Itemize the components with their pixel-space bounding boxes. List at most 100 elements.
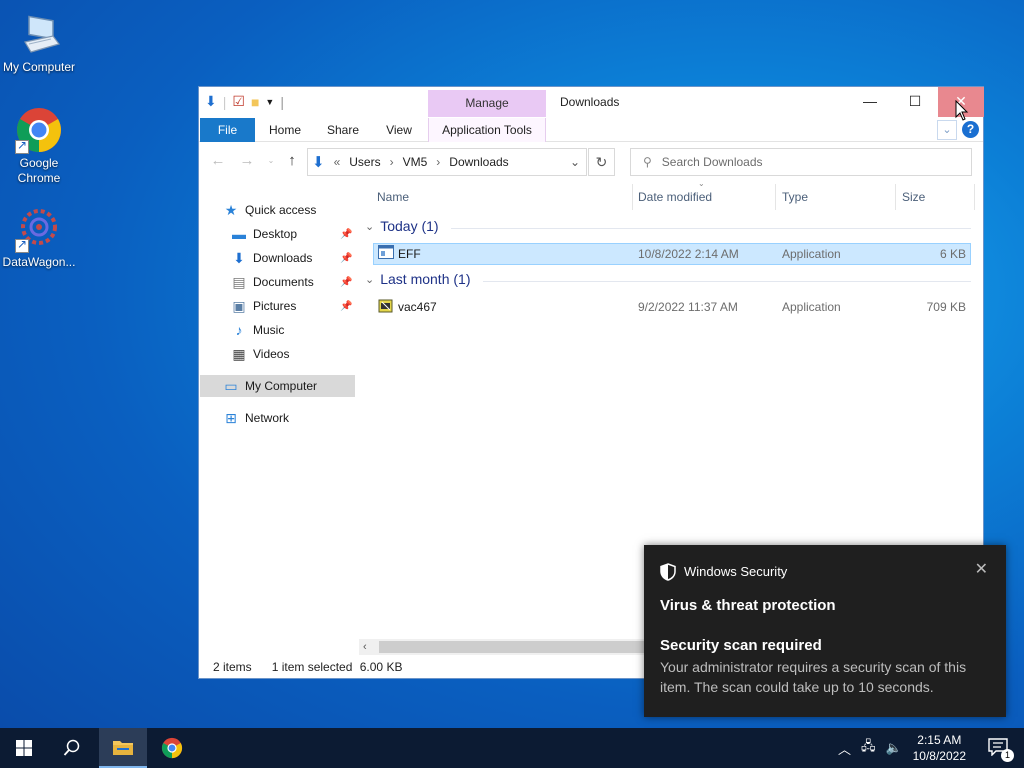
toast-app-name: Windows Security xyxy=(684,564,788,579)
file-row-eff[interactable]: EFF 10/8/2022 2:14 AM Application 6 KB xyxy=(373,243,971,265)
nav-item-desktop[interactable]: ▬ Desktop xyxy=(231,223,297,245)
properties-icon[interactable]: ☑ xyxy=(232,93,245,110)
taskbar-chrome[interactable] xyxy=(148,728,196,768)
group-label: Last month (1) xyxy=(380,271,471,287)
nav-item-my-computer[interactable]: ▭ My Computer xyxy=(200,375,355,397)
maximize-button[interactable]: ☐ xyxy=(892,87,938,117)
desktop-icon-label: Google Chrome xyxy=(17,156,61,185)
qat-dropdown-icon[interactable]: ▼ xyxy=(265,97,274,107)
shield-icon xyxy=(660,563,676,584)
scroll-left-icon[interactable]: ‹ xyxy=(363,639,367,655)
navigation-row: ← → ⌄ ↑ ⬇ « Users › VM5 › Downloads ⌄ ↻ … xyxy=(199,147,983,177)
taskbar-file-explorer[interactable] xyxy=(99,728,147,768)
recent-dropdown-icon[interactable]: ⌄ xyxy=(261,151,281,171)
breadcrumb-overflow[interactable]: « xyxy=(334,155,341,169)
tab-application-tools[interactable]: Application Tools xyxy=(428,118,546,142)
desktop-icon-datawagon[interactable]: DataWagon... xyxy=(0,205,78,270)
breadcrumb-vm5[interactable]: VM5 xyxy=(403,155,428,169)
file-type: Application xyxy=(782,247,841,261)
nav-item-videos[interactable]: ▦ Videos xyxy=(231,343,289,365)
taskbar: ︿ 🖧 🔈 2:15 AM 10/8/2022 1 xyxy=(0,728,1024,768)
folder-icon xyxy=(113,741,133,755)
pin-icon[interactable]: 📌 xyxy=(340,229,352,240)
file-row-vac467[interactable]: vac467 9/2/2022 11:37 AM Application 709… xyxy=(373,296,971,318)
manage-contextual-tab[interactable]: Manage xyxy=(428,90,546,117)
file-type: Application xyxy=(782,300,841,314)
datawagon-icon xyxy=(15,205,63,253)
search-placeholder: Search Downloads xyxy=(661,155,763,169)
column-header-date-modified[interactable]: Date modified xyxy=(638,186,712,208)
address-bar[interactable]: ⬇ « Users › VM5 › Downloads ⌄ xyxy=(307,148,587,176)
desktop-icon-my-computer[interactable]: My Computer xyxy=(0,10,78,75)
group-divider xyxy=(451,228,971,229)
nav-item-label: Music xyxy=(253,323,285,337)
quick-access-toolbar: ⬇ | ☑ ■ ▼ | xyxy=(205,93,284,110)
file-size: 709 KB xyxy=(926,300,966,314)
desktop-icon-google-chrome[interactable]: Google Chrome xyxy=(0,106,78,186)
window-title: Downloads xyxy=(560,95,620,109)
new-folder-icon[interactable]: ■ xyxy=(251,94,259,110)
status-selected-count: 1 item selected xyxy=(271,660,353,674)
computer-icon xyxy=(15,10,63,58)
pin-icon[interactable]: 📌 xyxy=(340,277,352,288)
tab-file[interactable]: File xyxy=(200,118,255,142)
music-folder-icon: ♪ xyxy=(235,322,243,338)
pin-icon[interactable]: 📌 xyxy=(340,253,352,264)
down-arrow-icon[interactable]: ⬇ xyxy=(205,93,217,110)
nav-item-pictures[interactable]: ▣ Pictures xyxy=(231,295,296,317)
breadcrumb-downloads[interactable]: Downloads xyxy=(449,155,508,169)
address-dropdown-icon[interactable]: ⌄ xyxy=(570,155,580,169)
column-separator[interactable] xyxy=(974,184,975,210)
collapse-chevron-icon: ⌄ xyxy=(365,220,375,233)
chrome-icon xyxy=(161,737,183,759)
column-separator[interactable] xyxy=(775,184,776,210)
column-header-size[interactable]: Size xyxy=(902,186,925,208)
nav-item-quick-access[interactable]: ★ Quick access xyxy=(223,199,317,221)
group-label: Today (1) xyxy=(380,218,439,234)
start-button[interactable] xyxy=(0,728,48,768)
nav-item-label: Pictures xyxy=(253,299,297,313)
nav-item-label: My Computer xyxy=(245,379,318,393)
breadcrumb-separator-icon: › xyxy=(436,155,441,169)
nav-item-downloads[interactable]: ⬇ Downloads xyxy=(231,247,312,269)
refresh-button[interactable]: ↻ xyxy=(588,148,615,176)
pin-icon[interactable]: 📌 xyxy=(340,301,352,312)
tab-view[interactable]: View xyxy=(375,118,423,142)
shortcut-arrow-icon xyxy=(15,237,29,253)
toast-heading: Virus & threat protection xyxy=(660,597,836,614)
nav-item-label: Quick access xyxy=(245,203,317,217)
column-header-name[interactable]: Name xyxy=(377,186,409,208)
toast-close-icon[interactable]: ✕ xyxy=(975,559,988,579)
show-hidden-icons-icon[interactable]: ︿ xyxy=(838,739,851,758)
sort-indicator-icon: ⌄ xyxy=(698,179,705,188)
group-header-last-month[interactable]: ⌄ Last month (1) xyxy=(365,271,470,287)
group-header-today[interactable]: ⌄ Today (1) xyxy=(365,218,439,234)
up-arrow-icon[interactable]: ↑ xyxy=(282,151,302,171)
column-header-type[interactable]: Type xyxy=(782,186,808,208)
title-bar: ⬇ | ☑ ■ ▼ | Manage Downloads — ☐ ✕ xyxy=(199,87,984,117)
forward-arrow-icon[interactable]: → xyxy=(237,151,257,171)
installer-icon xyxy=(378,298,394,320)
search-input[interactable]: ⚲ Search Downloads xyxy=(630,148,972,176)
desktop-icon-label: DataWagon... xyxy=(2,255,76,269)
minimize-button[interactable]: — xyxy=(847,87,893,117)
volume-icon[interactable]: 🔈 xyxy=(886,740,902,756)
nav-item-documents[interactable]: ▤ Documents xyxy=(231,271,313,293)
tab-home[interactable]: Home xyxy=(261,118,309,142)
security-toast-notification[interactable]: Windows Security ✕ Virus & threat protec… xyxy=(644,545,1006,717)
status-item-count: 2 items xyxy=(213,660,252,674)
expand-ribbon-icon[interactable]: ⌄ xyxy=(937,120,957,140)
nav-item-music[interactable]: ♪ Music xyxy=(231,319,285,341)
tab-share[interactable]: Share xyxy=(319,118,367,142)
back-arrow-icon[interactable]: ← xyxy=(208,151,228,171)
search-button[interactable] xyxy=(48,728,96,768)
network-status-icon[interactable]: 🖧 xyxy=(861,737,876,759)
column-separator[interactable] xyxy=(632,184,633,210)
nav-item-network[interactable]: ⊞ Network xyxy=(223,407,289,429)
breadcrumb-users[interactable]: Users xyxy=(349,155,380,169)
nav-item-label: Network xyxy=(245,411,290,425)
taskbar-clock[interactable]: 2:15 AM 10/8/2022 xyxy=(913,732,966,764)
column-separator[interactable] xyxy=(895,184,896,210)
videos-folder-icon: ▦ xyxy=(232,346,246,362)
action-center-button[interactable]: 1 xyxy=(988,738,1014,762)
